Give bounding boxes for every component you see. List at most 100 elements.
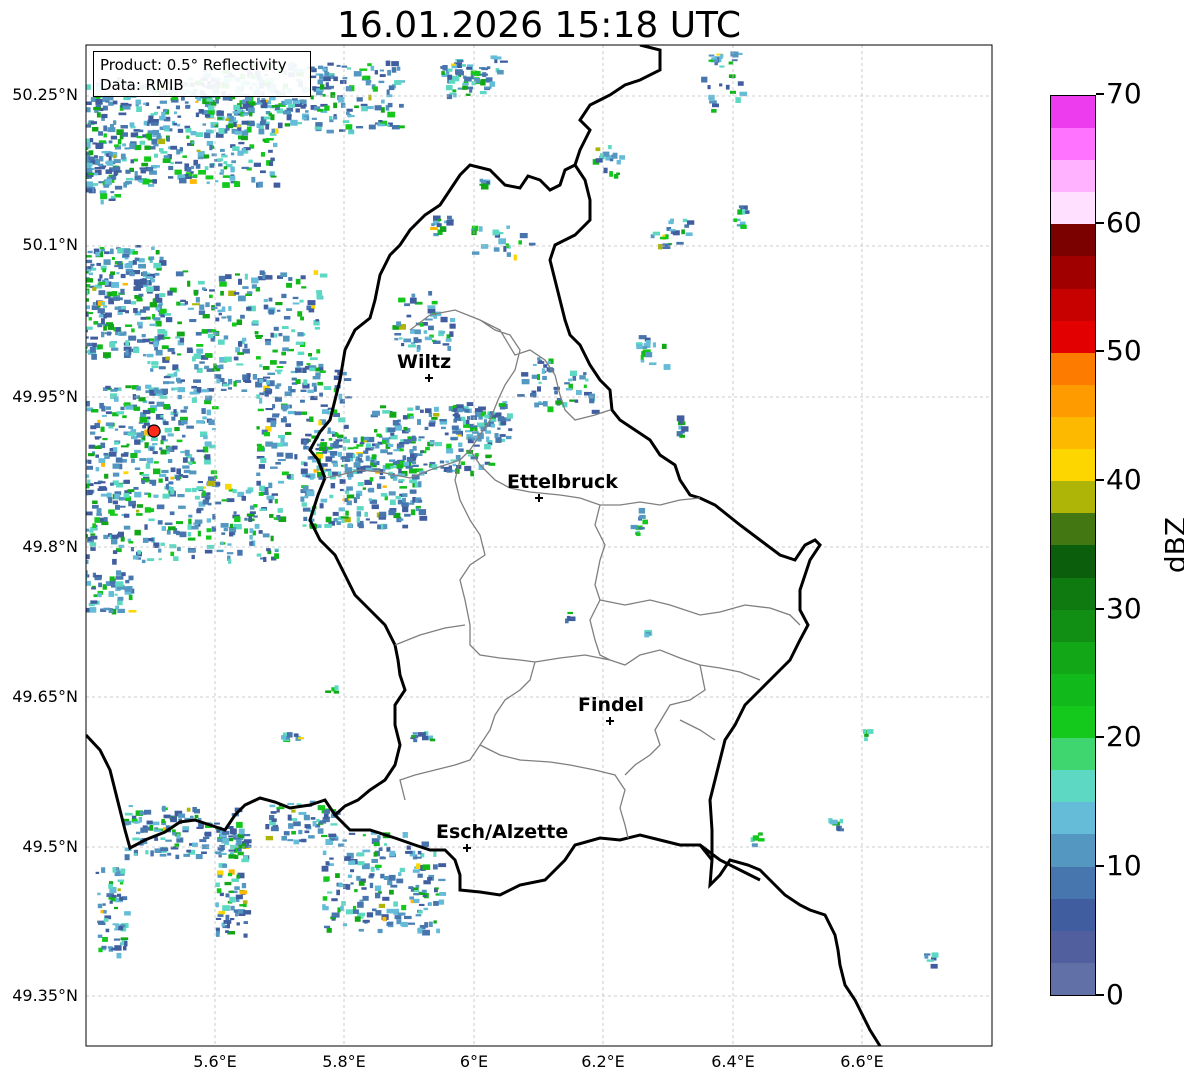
echo-pixel: [391, 67, 397, 73]
echo-pixel: [192, 303, 200, 306]
echo-pixel: [176, 833, 180, 839]
echo-pixel: [484, 414, 490, 419]
echo-pixel: [438, 899, 445, 905]
echo-pixel: [142, 425, 146, 429]
echo-pixel: [222, 905, 230, 911]
echo-pixel: [338, 883, 343, 888]
echo-pixel: [117, 596, 124, 601]
echo-pixel: [153, 341, 159, 347]
echo-pixel: [114, 945, 122, 951]
echo-pixel: [80, 505, 85, 509]
echo-pixel: [270, 535, 274, 542]
echo-pixel: [498, 238, 506, 245]
echo-pixel: [87, 312, 94, 315]
echo-pixel: [147, 361, 151, 365]
echo-pixel: [417, 850, 422, 855]
echo-pixel: [836, 825, 840, 831]
echo-pixel: [91, 354, 97, 360]
echo-pixel: [344, 490, 350, 494]
echo-pixel: [110, 482, 114, 486]
echo-pixel: [266, 495, 275, 500]
echo-pixel: [169, 511, 175, 516]
echo-pixel: [331, 912, 340, 918]
echo-pixel: [619, 155, 625, 160]
echo-pixel: [102, 438, 108, 441]
echo-pixel: [405, 465, 413, 469]
echo-pixel: [96, 262, 101, 266]
echo-pixel: [113, 938, 121, 941]
echo-pixel: [297, 332, 304, 337]
echo-pixel: [431, 417, 438, 420]
echo-pixel: [187, 532, 192, 537]
echo-pixel: [218, 163, 223, 167]
echo-pixel: [176, 301, 181, 306]
echo-pixel: [217, 117, 223, 120]
echo-pixel: [284, 99, 293, 105]
echo-pixel: [924, 954, 929, 959]
echo-pixel: [676, 415, 685, 422]
echo-pixel: [475, 453, 479, 457]
echo-pixel: [402, 497, 406, 502]
echo-pixel: [268, 149, 273, 153]
echo-pixel: [154, 111, 158, 115]
echo-pixel: [92, 342, 97, 348]
echo-pixel: [390, 499, 396, 505]
echo-pixel: [438, 863, 447, 868]
echo-pixel: [609, 158, 614, 162]
echo-pixel: [462, 82, 469, 86]
echo-pixel: [399, 867, 405, 873]
echo-pixel: [253, 504, 258, 508]
echo-pixel: [112, 472, 120, 477]
echo-pixel: [207, 333, 214, 338]
echo-pixel: [270, 811, 277, 814]
echo-pixel: [369, 882, 374, 889]
echo-pixel: [413, 898, 420, 903]
echo-pixel: [429, 441, 434, 444]
echo-pixel: [371, 454, 376, 460]
echo-pixel: [863, 729, 867, 734]
echo-pixel: [444, 432, 449, 436]
echo-pixel: [249, 112, 253, 117]
echo-pixel: [682, 218, 688, 223]
echo-pixel: [158, 366, 166, 370]
echo-pixel: [90, 425, 97, 430]
echo-pixel: [344, 463, 348, 468]
echo-pixel: [242, 900, 248, 904]
echo-pixel: [164, 522, 173, 525]
echo-pixel: [357, 457, 363, 462]
echo-pixel: [100, 442, 106, 449]
echo-pixel: [133, 308, 138, 313]
echo-pixel: [300, 468, 308, 475]
echo-pixel: [389, 459, 396, 462]
echo-pixel: [192, 807, 197, 813]
echo-pixel: [174, 427, 180, 432]
echo-pixel: [320, 498, 328, 503]
echo-pixel: [173, 556, 179, 561]
echo-pixel: [265, 824, 270, 830]
echo-pixel: [292, 100, 301, 104]
echo-pixel: [243, 921, 248, 924]
echo-pixel: [205, 831, 212, 837]
echo-pixel: [336, 889, 340, 896]
echo-pixel: [125, 405, 134, 410]
echo-pixel: [270, 114, 275, 121]
echo-pixel: [362, 487, 366, 490]
echo-pixel: [280, 418, 287, 423]
echo-pixel: [116, 411, 125, 415]
echo-pixel: [362, 919, 370, 923]
echo-pixel: [215, 851, 222, 855]
echo-pixel: [208, 419, 215, 425]
echo-pixel: [398, 872, 402, 876]
echo-pixel: [125, 340, 130, 347]
echo-pixel: [423, 463, 428, 466]
echo-pixel: [125, 579, 130, 584]
echo-pixel: [199, 361, 205, 364]
echo-pixel: [380, 493, 388, 497]
echo-pixel: [317, 381, 323, 386]
echo-pixel: [158, 478, 163, 483]
echo-pixel: [356, 517, 360, 523]
echo-pixel: [241, 135, 248, 141]
echo-pixel: [371, 504, 379, 510]
echo-pixel: [302, 507, 311, 512]
echo-pixel: [377, 928, 383, 934]
